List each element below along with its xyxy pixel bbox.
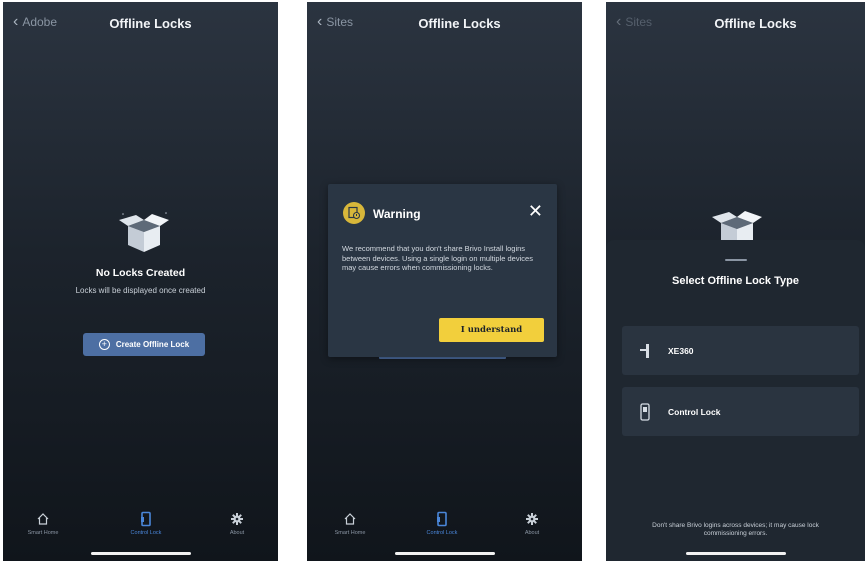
page-title: Offline Locks — [418, 16, 501, 31]
dialog-title: Warning — [373, 207, 421, 221]
tab-bar: Smart Home Control Lock About — [3, 501, 278, 561]
warning-device-icon — [343, 202, 365, 224]
lock-option-label: Control Lock — [668, 406, 721, 417]
gear-icon — [502, 511, 562, 527]
empty-state-title: No Locks Created — [95, 267, 186, 279]
tab-bar: Smart Home Control Lock About — [307, 501, 582, 561]
open-box-icon — [116, 210, 172, 254]
chevron-left-icon: ‹ — [13, 13, 19, 30]
lock-option-label: XE360 — [668, 345, 694, 356]
tab-label: Smart Home — [27, 530, 59, 536]
home-indicator — [685, 552, 786, 555]
tab-about[interactable]: About — [502, 511, 562, 536]
lock-option-control-lock[interactable]: Control Lock — [622, 387, 859, 436]
gear-icon — [207, 511, 267, 527]
plus-circle-icon: + — [98, 339, 110, 350]
home-indicator — [90, 552, 191, 555]
screen-select-lock-type: ‹ Sites Offline Locks Select Offline Loc… — [606, 2, 865, 561]
chevron-left-icon: ‹ — [616, 13, 622, 30]
tab-control-lock[interactable]: Control Lock — [116, 511, 176, 536]
tab-control-lock[interactable]: Control Lock — [412, 511, 472, 536]
page-title: Offline Locks — [109, 16, 192, 31]
lock-type-sheet: Select Offline Lock Type XE360 Control L… — [606, 240, 865, 561]
control-lock-icon — [622, 402, 668, 421]
door-lock-icon — [116, 511, 176, 527]
chevron-left-icon: ‹ — [317, 13, 323, 30]
lever-lock-icon — [622, 343, 668, 359]
open-box-icon — [709, 207, 765, 243]
tab-smart-home[interactable]: Smart Home — [13, 511, 73, 536]
sheet-title: Select Offline Lock Type — [672, 275, 799, 287]
i-understand-button[interactable]: I understand — [439, 318, 544, 342]
nav-bar: ‹ Sites Offline Locks — [307, 2, 582, 46]
tab-smart-home[interactable]: Smart Home — [320, 511, 380, 536]
sheet-handle[interactable] — [724, 259, 747, 261]
lock-option-xe360[interactable]: XE360 — [622, 326, 859, 375]
warning-dialog: Warning ✕ We recommend that you don't sh… — [328, 184, 557, 357]
home-indicator — [394, 552, 495, 555]
nav-bar: ‹ Sites Offline Locks — [606, 2, 865, 46]
tab-label: Control Lock — [130, 530, 162, 536]
screen-offline-locks-empty: ‹ Adobe Offline Locks No Locks Created L… — [3, 2, 278, 561]
empty-state-subtitle: Locks will be displayed once created — [75, 286, 206, 295]
page-title: Offline Locks — [714, 16, 797, 31]
close-icon[interactable]: ✕ — [528, 202, 543, 220]
home-icon — [320, 511, 380, 527]
tab-label: Control Lock — [426, 530, 458, 536]
create-offline-lock-button[interactable]: + Create Offline Lock — [83, 333, 205, 356]
nav-bar: ‹ Adobe Offline Locks — [3, 2, 278, 46]
screen-warning-modal: ‹ Sites Offline Locks Warning ✕ We recom… — [307, 2, 582, 561]
create-offline-lock-label: Create Offline Lock — [115, 340, 190, 349]
tab-label: Smart Home — [334, 530, 366, 536]
tab-label: About — [524, 530, 540, 536]
login-sharing-notice: Don't share Brivo logins across devices;… — [652, 522, 819, 537]
tab-about[interactable]: About — [207, 511, 267, 536]
door-lock-icon — [412, 511, 472, 527]
dialog-message: We recommend that you don't share Brivo … — [342, 244, 533, 272]
home-icon — [13, 511, 73, 527]
tab-label: About — [229, 530, 245, 536]
